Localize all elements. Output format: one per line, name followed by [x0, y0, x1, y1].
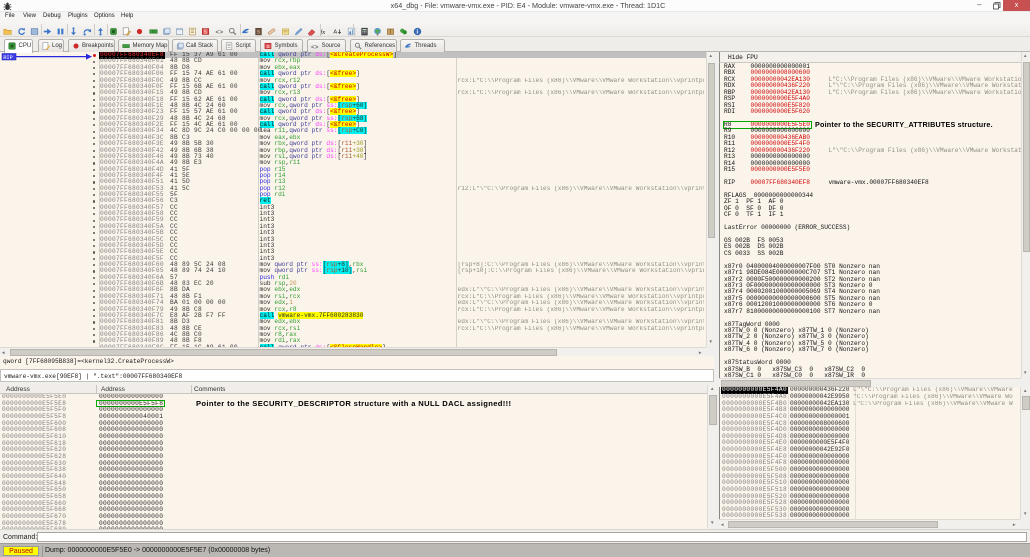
svg-text:i: i	[416, 29, 418, 35]
svg-text:<>: <>	[311, 44, 319, 50]
svg-text:fx: fx	[321, 28, 326, 35]
svg-text:A: A	[334, 29, 338, 35]
svg-text:S: S	[257, 29, 260, 35]
svg-text:RIP: RIP	[3, 54, 13, 60]
svg-text:<>: <>	[215, 28, 223, 35]
